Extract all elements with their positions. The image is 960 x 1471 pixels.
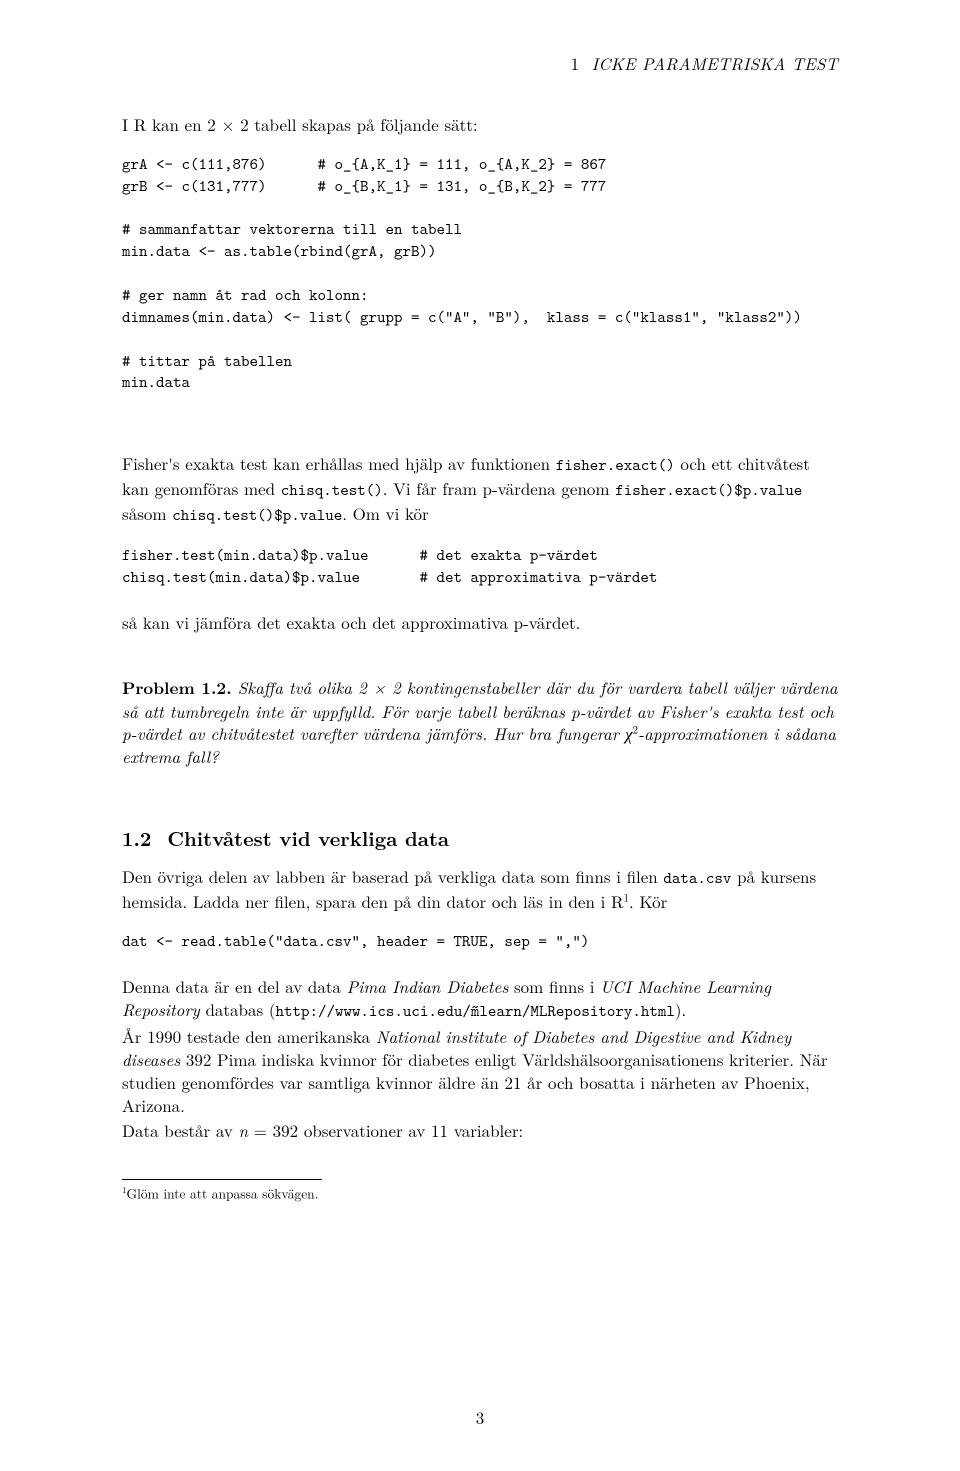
- subsection-number: 1.2: [122, 823, 151, 852]
- footnote-text: Glöm inte att anpassa sökvägen.: [127, 1184, 319, 1203]
- inline-code: data.csv: [663, 868, 731, 889]
- page: 1 ICKE PARAMETRISKA TEST I R kan en 2 × …: [0, 0, 960, 1471]
- inline-code-url: http://www.ics.uci.edu/m̃learn/MLReposit…: [275, 1001, 674, 1022]
- realdata-paragraph-2: Denna data är en del av data Pima Indian…: [122, 975, 838, 1023]
- running-head-text: ICKE PARAMETRISKA TEST: [592, 51, 838, 75]
- italic-text: Pima Indian Diabetes: [347, 974, 509, 998]
- spacer: [122, 652, 838, 676]
- text: Fisher's exakta test kan erhållas med hj…: [122, 451, 556, 475]
- text: ).: [675, 997, 686, 1021]
- inline-code: chisq.test(): [281, 480, 383, 501]
- compare-paragraph: så kan vi jämföra det exakta och det app…: [122, 611, 838, 634]
- footnote-rule: [122, 1179, 322, 1180]
- text: som finns i: [508, 974, 600, 998]
- realdata-paragraph-3: År 1990 testade den amerikanska National…: [122, 1025, 838, 1117]
- text: = 392 observationer av 11 variabler:: [248, 1118, 523, 1142]
- text: såsom: [122, 501, 172, 525]
- code-block-pvalues: fisher.test(min.data)$p.value # det exak…: [122, 545, 838, 589]
- text: 392 Pima indiska kvinnor för diabetes en…: [122, 1047, 828, 1117]
- text: Data består av: [122, 1118, 239, 1142]
- text: databas (: [200, 997, 276, 1021]
- problem-label: Problem 1.2.: [122, 676, 232, 700]
- text: . Kör: [629, 889, 667, 913]
- spacer: [122, 416, 838, 452]
- running-head: 1 ICKE PARAMETRISKA TEST: [122, 52, 838, 75]
- code-block-create-table: grA <- c(111,876) # o_{A,K_1} = 111, o_{…: [122, 154, 838, 394]
- inline-code: fisher.exact(): [556, 455, 675, 476]
- subsection-title-text: Chitvåtest vid verkliga data: [167, 823, 449, 852]
- text: År 1990 testade den amerikanska: [122, 1024, 376, 1048]
- realdata-paragraph-4: Data består av n = 392 observationer av …: [122, 1119, 838, 1142]
- inline-code: chisq.test()$p.value: [172, 505, 342, 526]
- inline-code: fisher.exact()$p.value: [615, 480, 802, 501]
- text: Den övriga delen av labben är baserad på…: [122, 864, 663, 888]
- footnote-1: 1Glöm inte att anpassa sökvägen.: [122, 1184, 838, 1202]
- text: . Om vi kör: [342, 501, 428, 525]
- fisher-paragraph: Fisher's exakta test kan erhållas med hj…: [122, 452, 838, 527]
- math-n: n: [239, 1118, 249, 1142]
- realdata-paragraph-1: Den övriga delen av labben är baserad på…: [122, 865, 838, 913]
- code-block-readtable: dat <- read.table("data.csv", header = T…: [122, 931, 838, 953]
- running-head-section-num: 1: [571, 51, 580, 75]
- page-number: 3: [0, 1406, 960, 1429]
- problem-paragraph: Problem 1.2. Skaffa två olika 2 × 2 kont…: [122, 676, 838, 769]
- text: . Vi får fram p-värdena genom: [383, 476, 615, 500]
- subsection-heading: 1.2 Chitvåtest vid verkliga data: [122, 824, 838, 851]
- text: Denna data är en del av data: [122, 974, 347, 998]
- intro-paragraph: I R kan en 2 × 2 tabell skapas på följan…: [122, 113, 838, 136]
